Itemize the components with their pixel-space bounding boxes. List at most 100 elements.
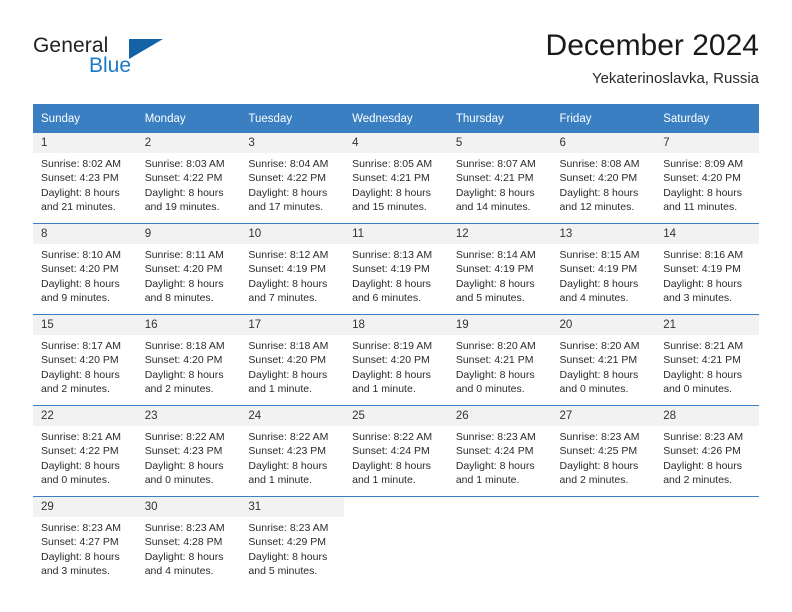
sunrise-time: Sunrise: 8:13 AM bbox=[352, 249, 433, 261]
calendar-day-cell[interactable]: 15 Sunrise: 8:17 AM Sunset: 4:20 PM Dayligh… bbox=[33, 314, 137, 406]
calendar-day-cell[interactable]: 11 Sunrise: 8:13 AM Sunset: 4:19 PM Dayligh… bbox=[344, 223, 448, 315]
sunrise-time: Sunrise: 8:23 AM bbox=[663, 431, 744, 443]
day-number: 10 bbox=[240, 224, 345, 244]
calendar-day-cell[interactable]: 23 Sunrise: 8:22 AM Sunset: 4:23 PM Dayligh… bbox=[136, 405, 241, 497]
daylight-duration-line1: Daylight: 8 hours bbox=[352, 186, 431, 199]
daylight-duration-line1: Daylight: 8 hours bbox=[352, 459, 431, 472]
calendar-day-cell[interactable]: 21 Sunrise: 8:21 AM Sunset: 4:21 PM Dayligh… bbox=[655, 314, 759, 406]
day-details: Sunrise: 8:10 AM Sunset: 4:20 PM Daylight:… bbox=[33, 244, 137, 306]
calendar-week-row: 15 Sunrise: 8:17 AM Sunset: 4:20 PM Dayligh… bbox=[33, 314, 759, 406]
sunrise-time: Sunrise: 8:18 AM bbox=[248, 340, 329, 352]
daylight-duration-line1: Daylight: 8 hours bbox=[41, 277, 120, 290]
day-number: 15 bbox=[33, 315, 137, 335]
daylight-duration-line2: and 15 minutes. bbox=[352, 201, 427, 214]
calendar-day-cell[interactable]: 28 Sunrise: 8:23 AM Sunset: 4:26 PM Dayligh… bbox=[655, 405, 759, 497]
calendar-day-cell[interactable]: 16 Sunrise: 8:18 AM Sunset: 4:20 PM Dayligh… bbox=[136, 314, 241, 406]
sunset-time: Sunset: 4:22 PM bbox=[248, 172, 327, 185]
calendar-day-cell[interactable]: 26 Sunrise: 8:23 AM Sunset: 4:24 PM Dayligh… bbox=[447, 405, 552, 497]
calendar-day-cell[interactable]: 22 Sunrise: 8:21 AM Sunset: 4:22 PM Dayligh… bbox=[33, 405, 137, 497]
daylight-duration-line2: and 1 minute. bbox=[248, 474, 313, 487]
daylight-duration-line1: Daylight: 8 hours bbox=[144, 459, 224, 472]
day-number: 13 bbox=[551, 224, 656, 244]
calendar-page: General Blue December 2024 Yekaterinosla… bbox=[0, 0, 792, 612]
weekday-header-saturday: Saturday bbox=[655, 104, 759, 133]
calendar-day-cell[interactable]: 24 Sunrise: 8:22 AM Sunset: 4:23 PM Dayligh… bbox=[240, 405, 345, 497]
calendar-table: Sunday Monday Tuesday Wednesday Thursday… bbox=[33, 104, 759, 587]
calendar-day-cell[interactable]: 10 Sunrise: 8:12 AM Sunset: 4:19 PM Dayligh… bbox=[240, 223, 345, 315]
day-details: Sunrise: 8:13 AM Sunset: 4:19 PM Daylight:… bbox=[344, 244, 448, 306]
weekday-header-wednesday: Wednesday bbox=[344, 104, 448, 133]
daylight-duration-line2: and 7 minutes. bbox=[248, 292, 318, 305]
general-blue-logo[interactable]: General Blue bbox=[33, 34, 203, 88]
calendar-day-cell[interactable]: 25 Sunrise: 8:22 AM Sunset: 4:24 PM Dayligh… bbox=[344, 405, 448, 497]
day-details: Sunrise: 8:16 AM Sunset: 4:19 PM Daylight:… bbox=[655, 244, 759, 306]
calendar-day-cell[interactable]: 19 Sunrise: 8:20 AM Sunset: 4:21 PM Dayligh… bbox=[447, 314, 552, 406]
calendar-day-cell[interactable]: 5 Sunrise: 8:07 AM Sunset: 4:21 PM Daylight… bbox=[447, 133, 552, 224]
page-subtitle: Yekaterinoslavka, Russia bbox=[591, 70, 759, 87]
calendar-day-cell[interactable]: 9 Sunrise: 8:11 AM Sunset: 4:20 PM Daylight… bbox=[136, 223, 241, 315]
calendar-day-cell[interactable]: 27 Sunrise: 8:23 AM Sunset: 4:25 PM Dayligh… bbox=[551, 405, 656, 497]
calendar-day-cell[interactable]: 13 Sunrise: 8:15 AM Sunset: 4:19 PM Dayligh… bbox=[551, 223, 656, 315]
day-details: Sunrise: 8:23 AM Sunset: 4:27 PM Daylight:… bbox=[33, 517, 137, 579]
calendar-week-row: 1 Sunrise: 8:02 AM Sunset: 4:23 PM Daylight… bbox=[33, 133, 759, 224]
daylight-duration-line2: and 2 minutes. bbox=[144, 383, 214, 396]
calendar-day-cell[interactable]: 1 Sunrise: 8:02 AM Sunset: 4:23 PM Daylight… bbox=[33, 133, 137, 224]
calendar-day-cell[interactable]: 6 Sunrise: 8:08 AM Sunset: 4:20 PM Daylight… bbox=[551, 133, 656, 224]
weekday-header-tuesday: Tuesday bbox=[240, 104, 345, 133]
calendar-empty-cell bbox=[344, 496, 448, 587]
day-details: Sunrise: 8:23 AM Sunset: 4:25 PM Daylight:… bbox=[552, 426, 656, 488]
calendar-day-cell[interactable]: 3 Sunrise: 8:04 AM Sunset: 4:22 PM Daylight… bbox=[240, 133, 345, 224]
calendar-day-cell[interactable]: 31 Sunrise: 8:23 AM Sunset: 4:29 PM Dayligh… bbox=[240, 496, 345, 587]
day-number: 11 bbox=[344, 224, 448, 244]
day-details: Sunrise: 8:17 AM Sunset: 4:20 PM Daylight:… bbox=[33, 335, 137, 397]
weekday-header-thursday: Thursday bbox=[447, 104, 552, 133]
sunrise-time: Sunrise: 8:03 AM bbox=[144, 158, 225, 170]
sunrise-time: Sunrise: 8:21 AM bbox=[41, 431, 121, 443]
day-number: 7 bbox=[655, 133, 759, 153]
daylight-duration-line1: Daylight: 8 hours bbox=[559, 186, 639, 199]
sunrise-time: Sunrise: 8:19 AM bbox=[352, 340, 433, 352]
sunset-time: Sunset: 4:19 PM bbox=[559, 263, 638, 276]
daylight-duration-line2: and 1 minute. bbox=[248, 383, 313, 396]
sunset-time: Sunset: 4:19 PM bbox=[663, 263, 741, 276]
sunset-time: Sunset: 4:22 PM bbox=[41, 445, 119, 458]
daylight-duration-line1: Daylight: 8 hours bbox=[663, 277, 743, 290]
calendar-empty-cell bbox=[551, 496, 656, 587]
sunrise-time: Sunrise: 8:12 AM bbox=[248, 249, 329, 261]
calendar-day-cell[interactable]: 2 Sunrise: 8:03 AM Sunset: 4:22 PM Daylight… bbox=[136, 133, 241, 224]
calendar-day-cell[interactable]: 20 Sunrise: 8:20 AM Sunset: 4:21 PM Dayligh… bbox=[551, 314, 656, 406]
calendar-day-cell[interactable]: 7 Sunrise: 8:09 AM Sunset: 4:20 PM Daylight… bbox=[655, 133, 759, 224]
daylight-duration-line1: Daylight: 8 hours bbox=[41, 550, 120, 563]
daylight-duration-line1: Daylight: 8 hours bbox=[663, 459, 743, 472]
calendar-day-cell[interactable]: 29 Sunrise: 8:23 AM Sunset: 4:27 PM Dayligh… bbox=[33, 496, 137, 587]
daylight-duration-line1: Daylight: 8 hours bbox=[144, 277, 224, 290]
calendar-day-cell[interactable]: 18 Sunrise: 8:19 AM Sunset: 4:20 PM Dayligh… bbox=[344, 314, 448, 406]
calendar-day-cell[interactable]: 12 Sunrise: 8:14 AM Sunset: 4:19 PM Dayligh… bbox=[447, 223, 552, 315]
sunrise-time: Sunrise: 8:07 AM bbox=[455, 158, 536, 170]
daylight-duration-line2: and 5 minutes. bbox=[455, 292, 525, 305]
daylight-duration-line2: and 19 minutes. bbox=[144, 201, 220, 214]
daylight-duration-line1: Daylight: 8 hours bbox=[663, 186, 743, 199]
calendar-week-row: 8 Sunrise: 8:10 AM Sunset: 4:20 PM Daylight… bbox=[33, 223, 759, 315]
daylight-duration-line1: Daylight: 8 hours bbox=[41, 368, 120, 381]
daylight-duration-line2: and 1 minute. bbox=[455, 474, 520, 487]
calendar-day-cell[interactable]: 30 Sunrise: 8:23 AM Sunset: 4:28 PM Dayligh… bbox=[136, 496, 241, 587]
page-header: General Blue December 2024 Yekaterinosla… bbox=[33, 28, 759, 94]
sunrise-time: Sunrise: 8:23 AM bbox=[41, 522, 121, 534]
day-details: Sunrise: 8:22 AM Sunset: 4:24 PM Daylight:… bbox=[344, 426, 448, 488]
daylight-duration-line1: Daylight: 8 hours bbox=[455, 459, 535, 472]
daylight-duration-line2: and 0 minutes. bbox=[663, 383, 733, 396]
day-number: 24 bbox=[240, 406, 345, 426]
calendar-day-cell[interactable]: 17 Sunrise: 8:18 AM Sunset: 4:20 PM Dayligh… bbox=[240, 314, 345, 406]
daylight-duration-line1: Daylight: 8 hours bbox=[248, 459, 328, 472]
sunset-time: Sunset: 4:29 PM bbox=[248, 536, 327, 549]
daylight-duration-line2: and 14 minutes. bbox=[455, 201, 531, 214]
calendar-day-cell[interactable]: 4 Sunrise: 8:05 AM Sunset: 4:21 PM Daylight… bbox=[344, 133, 448, 224]
daylight-duration-line1: Daylight: 8 hours bbox=[559, 368, 639, 381]
daylight-duration-line2: and 6 minutes. bbox=[352, 292, 421, 305]
calendar-day-cell[interactable]: 14 Sunrise: 8:16 AM Sunset: 4:19 PM Dayligh… bbox=[655, 223, 759, 315]
daylight-duration-line2: and 17 minutes. bbox=[248, 201, 324, 214]
day-details: Sunrise: 8:05 AM Sunset: 4:21 PM Daylight:… bbox=[344, 153, 448, 215]
day-details: Sunrise: 8:12 AM Sunset: 4:19 PM Daylight:… bbox=[240, 244, 344, 306]
calendar-day-cell[interactable]: 8 Sunrise: 8:10 AM Sunset: 4:20 PM Daylight… bbox=[33, 223, 137, 315]
